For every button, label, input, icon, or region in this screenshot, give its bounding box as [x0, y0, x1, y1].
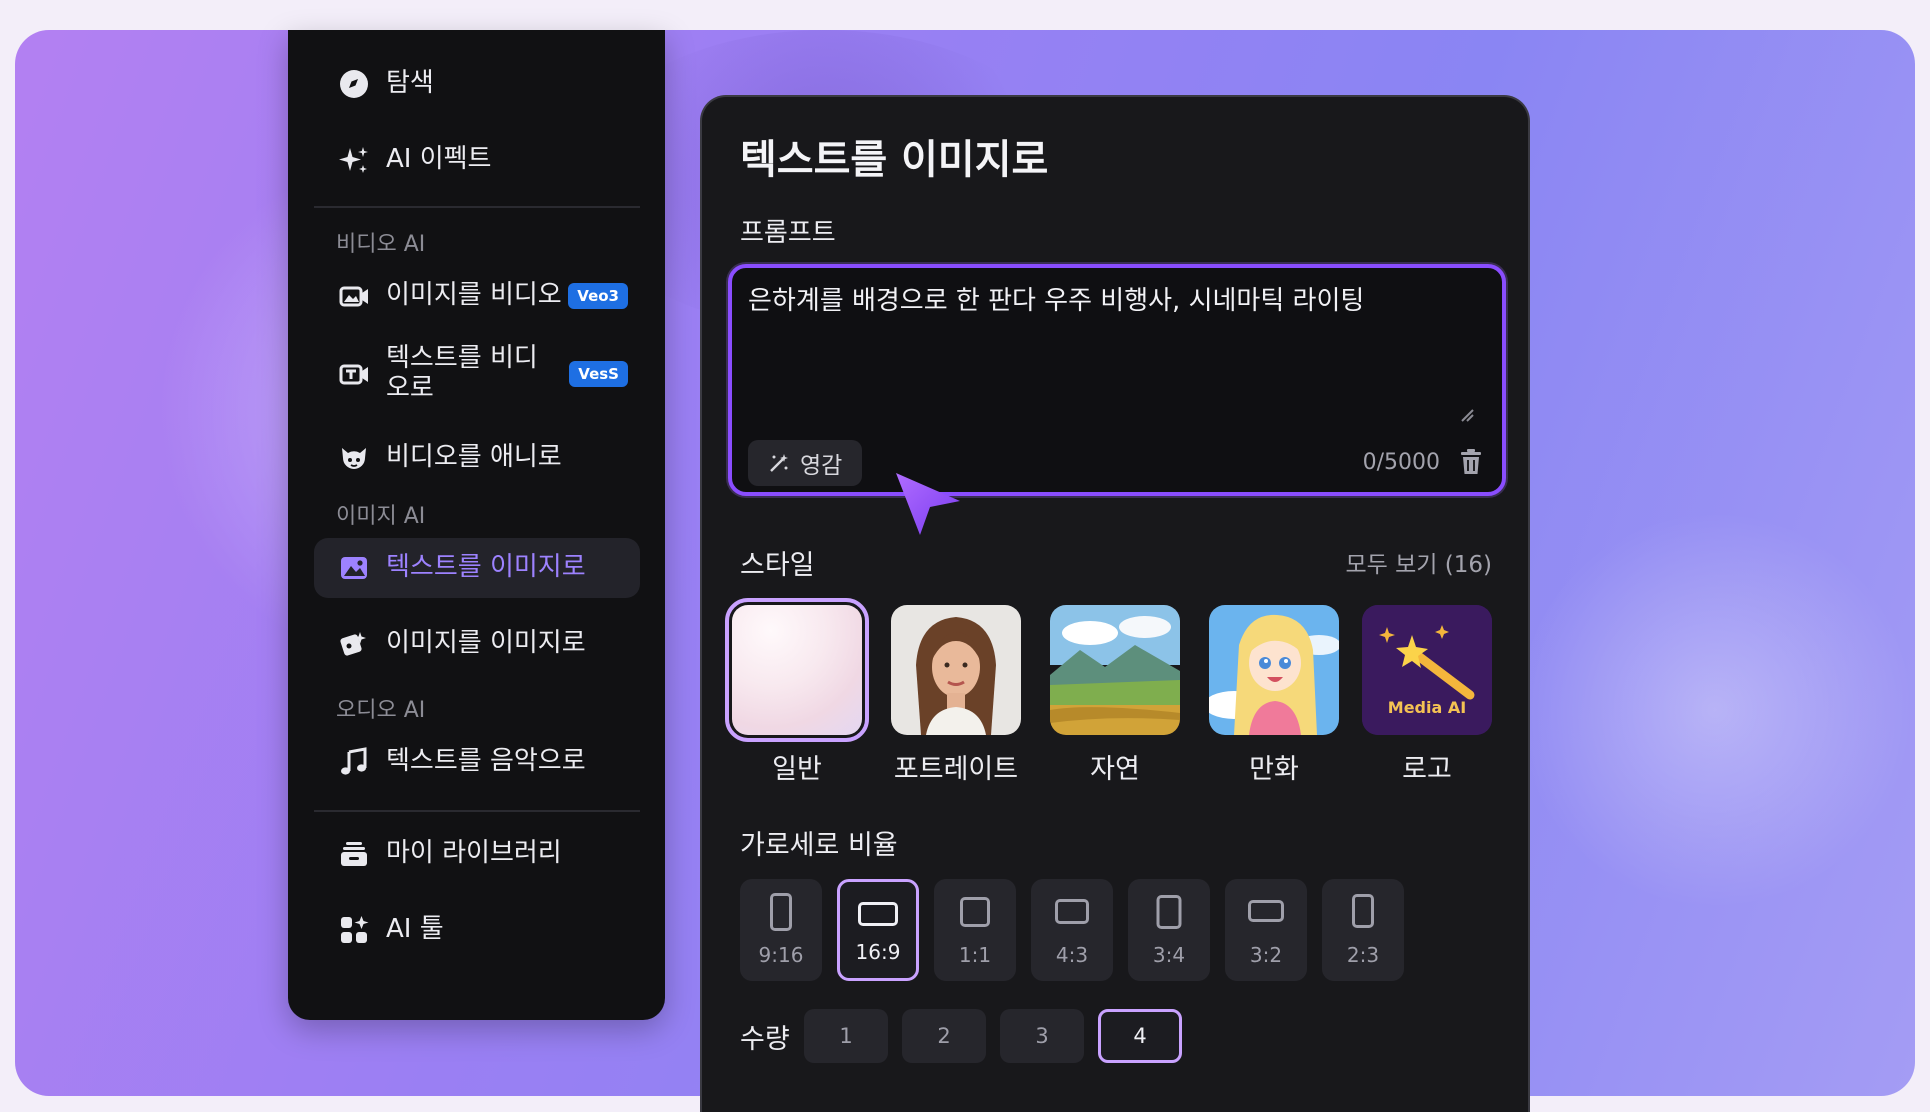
- sidebar-item-my-library[interactable]: 마이 라이브러리: [314, 824, 640, 884]
- ratio-option-2-3[interactable]: 2:3: [1322, 879, 1404, 981]
- section-header-video-ai: 비디오 AI: [336, 232, 426, 257]
- ratio-label: 16:9: [855, 940, 901, 964]
- image-transform-icon: [336, 626, 372, 662]
- compass-icon: [336, 66, 372, 102]
- image-icon: [336, 550, 372, 586]
- style-name: 자연: [1090, 754, 1140, 785]
- sidebar-item-text-to-music[interactable]: 텍스트를 음악으로: [314, 732, 640, 792]
- sidebar-item-label: 비디오를 애니로: [386, 442, 562, 473]
- style-name: 로고: [1402, 754, 1452, 785]
- sidebar-item-ai-effects[interactable]: AI 이펙트: [314, 130, 640, 190]
- page-title: 텍스트를 이미지로: [740, 137, 1049, 183]
- portrait-ratio-icon: [1352, 894, 1374, 928]
- style-card-nature[interactable]: [1050, 605, 1180, 735]
- sidebar-divider: [314, 206, 640, 208]
- quantity-option-2[interactable]: 2: [902, 1009, 986, 1063]
- ratio-label: 4:3: [1055, 943, 1089, 967]
- sidebar-item-label: 이미지를 비디오: [386, 280, 562, 311]
- ratio-label: 1:1: [958, 943, 992, 967]
- quantity-option-4[interactable]: 4: [1098, 1009, 1182, 1063]
- style-name: 일반: [772, 754, 822, 785]
- prompt-input[interactable]: 은하계를 배경으로 한 판다 우주 비행사, 시네마틱 라이팅 영감 0/500…: [728, 264, 1506, 496]
- ratio-label: 2:3: [1346, 943, 1380, 967]
- landscape-ratio-icon: [858, 902, 898, 926]
- sidebar-divider: [314, 810, 640, 812]
- music-note-icon: [336, 744, 372, 780]
- ratio-label: 3:4: [1152, 943, 1186, 967]
- sidebar-item-ai-tools[interactable]: AI 툴: [314, 900, 640, 960]
- style-card-portrait[interactable]: [891, 605, 1021, 735]
- style-card-general[interactable]: [725, 598, 869, 742]
- portrait-ratio-icon: [770, 893, 792, 931]
- sidebar-item-image-to-image[interactable]: 이미지를 이미지로: [314, 614, 640, 674]
- prompt-label: 프롬프트: [740, 218, 836, 248]
- ratio-option-9-16[interactable]: 9:16: [740, 879, 822, 981]
- library-icon: [336, 836, 372, 872]
- prompt-text[interactable]: 은하계를 배경으로 한 판다 우주 비행사, 시네마틱 라이팅: [748, 280, 1364, 317]
- sidebar-item-explore[interactable]: 탐색: [314, 54, 640, 114]
- landscape-ratio-icon: [1248, 900, 1284, 922]
- ratio-label: 9:16: [758, 943, 804, 967]
- sidebar: 탐색 AI 이펙트 비디오 AI 이미지를 비디오 Veo3 텍스트를 비디오로…: [288, 30, 665, 1020]
- sidebar-item-text-to-video[interactable]: 텍스트를 비디오로 VesS: [314, 336, 640, 412]
- text-to-image-panel: 텍스트를 이미지로 프롬프트 은하계를 배경으로 한 판다 우주 비행사, 시네…: [700, 95, 1530, 1112]
- model-badge: Veo3: [568, 283, 628, 309]
- anime-face-icon: [336, 440, 372, 476]
- sidebar-item-label: 텍스트를 이미지로: [386, 552, 586, 583]
- mouse-cursor-icon: [896, 473, 960, 535]
- nature-thumbnail: [1050, 605, 1180, 735]
- style-card-cartoon[interactable]: [1209, 605, 1339, 735]
- style-section-label: 스타일: [740, 550, 815, 581]
- model-badge: VesS: [569, 361, 628, 387]
- sidebar-item-image-to-video[interactable]: 이미지를 비디오 Veo3: [314, 266, 640, 326]
- resize-grip-icon[interactable]: [1460, 408, 1474, 422]
- style-name: 포트레이트: [893, 754, 1019, 785]
- inspiration-button[interactable]: 영감: [748, 440, 863, 486]
- logo-card-text: Media AI: [1387, 698, 1467, 717]
- see-all-styles-link[interactable]: 모두 보기 (16): [1346, 545, 1492, 579]
- style-card-logo[interactable]: Media AI: [1362, 605, 1492, 735]
- quantity-label: 수량: [740, 1024, 790, 1055]
- sidebar-item-label: 텍스트를 비디오로: [386, 343, 538, 403]
- quantity-option-3[interactable]: 3: [1000, 1009, 1084, 1063]
- ratio-label: 3:2: [1249, 943, 1283, 967]
- ratio-option-4-3[interactable]: 4:3: [1031, 879, 1113, 981]
- sidebar-item-label: AI 이펙트: [386, 144, 492, 175]
- square-ratio-icon: [960, 897, 990, 927]
- section-header-image-ai: 이미지 AI: [336, 504, 426, 529]
- text-video-icon: [336, 356, 372, 392]
- sidebar-item-label: 이미지를 이미지로: [386, 628, 586, 659]
- portrait-ratio-icon: [1156, 895, 1182, 929]
- grid-tools-icon: [336, 912, 372, 948]
- sidebar-item-text-to-image[interactable]: 텍스트를 이미지로: [314, 538, 640, 598]
- ratio-option-3-2[interactable]: 3:2: [1225, 879, 1307, 981]
- landscape-ratio-icon: [1055, 899, 1089, 924]
- sparkle-icon: [336, 142, 372, 178]
- quantity-option-1[interactable]: 1: [804, 1009, 888, 1063]
- cartoon-thumbnail: [1209, 605, 1339, 735]
- sidebar-item-label: AI 툴: [386, 914, 444, 945]
- trash-icon[interactable]: [1458, 448, 1484, 476]
- character-count: 0/5000: [1362, 450, 1440, 475]
- magic-wand-icon: [770, 454, 788, 472]
- portrait-thumbnail: [891, 605, 1021, 735]
- sidebar-item-label: 마이 라이브러리: [386, 838, 562, 869]
- style-name: 만화: [1249, 754, 1299, 785]
- ratio-option-1-1[interactable]: 1:1: [934, 879, 1016, 981]
- sidebar-item-label: 탐색: [386, 68, 434, 99]
- sidebar-item-video-to-anime[interactable]: 비디오를 애니로: [314, 428, 640, 488]
- inspiration-label: 영감: [800, 453, 843, 479]
- sidebar-item-label: 텍스트를 음악으로: [386, 746, 586, 777]
- image-video-icon: [336, 278, 372, 314]
- aspect-ratio-label: 가로세로 비율: [740, 830, 898, 861]
- ratio-option-3-4[interactable]: 3:4: [1128, 879, 1210, 981]
- style-thumbnail: [732, 605, 862, 735]
- background-glow: [1515, 510, 1915, 910]
- ratio-option-16-9[interactable]: 16:9: [837, 879, 919, 981]
- section-header-audio-ai: 오디오 AI: [336, 698, 426, 723]
